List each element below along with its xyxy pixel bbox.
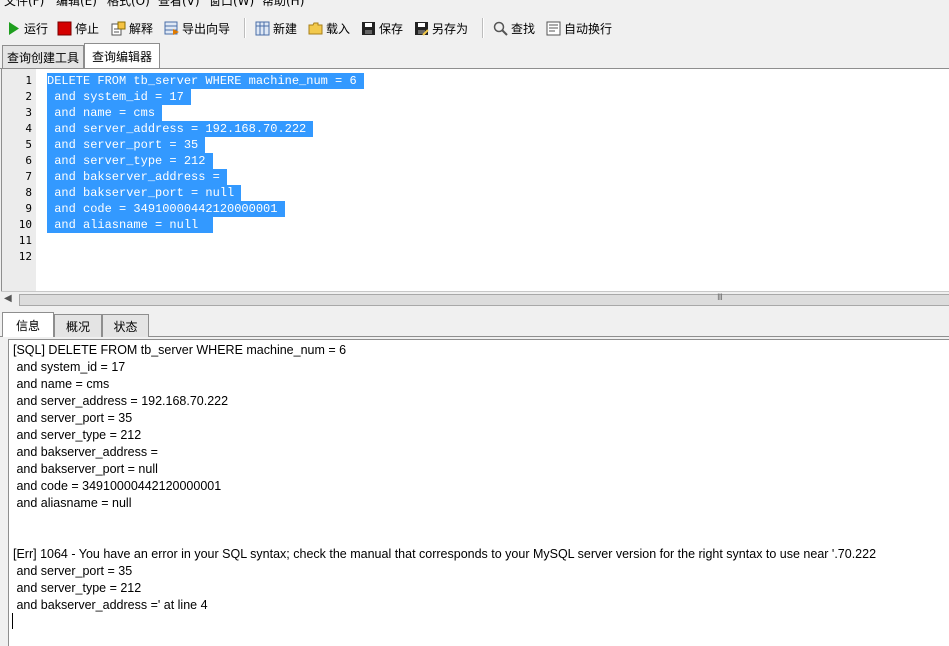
toolbar: 运行 停止 解释 导出向导 新建 载入 保存 另存为 查找 自动换行 <box>0 13 949 43</box>
output-line: and code = 34910000442120000001 <box>13 479 222 493</box>
menu-window[interactable]: 窗口(W) <box>209 0 254 9</box>
find-button[interactable]: 查找 <box>493 17 535 39</box>
word-wrap-icon <box>546 21 561 36</box>
output-line: and aliasname = null <box>13 496 132 510</box>
save-as-label: 另存为 <box>432 21 469 36</box>
save-as-button[interactable]: 另存为 <box>414 17 468 39</box>
output-line: and server_port = 35 <box>13 564 133 578</box>
export-wizard-button[interactable]: 导出向导 <box>164 17 230 39</box>
editor-tabs: 查询创建工具 查询编辑器 <box>0 43 949 69</box>
folder-icon <box>308 21 323 36</box>
scrollbar-grip: III <box>717 293 723 303</box>
output-line: [SQL] DELETE FROM tb_server WHERE machin… <box>13 343 347 357</box>
line-number-gutter: 1 2 3 4 5 6 7 8 9 10 11 12 <box>2 69 36 291</box>
line-number: 10 <box>18 218 32 231</box>
code-line: and bakserver_address = <box>47 169 228 185</box>
stop-button[interactable]: 停止 <box>57 17 99 39</box>
text-caret <box>12 613 13 629</box>
save-as-icon <box>414 21 429 36</box>
save-icon <box>361 21 376 36</box>
search-icon <box>493 21 508 36</box>
code-line: and system_id = 17 <box>47 89 192 105</box>
save-button[interactable]: 保存 <box>361 17 403 39</box>
play-icon <box>6 21 21 36</box>
toolbar-separator <box>244 18 246 38</box>
export-wizard-label: 导出向导 <box>182 21 231 36</box>
line-number: 12 <box>18 250 32 263</box>
tab-overview[interactable]: 概况 <box>54 314 102 337</box>
menu-format[interactable]: 格式(O) <box>107 0 150 9</box>
export-icon <box>164 21 179 36</box>
scrollbar-thumb[interactable]: III <box>19 293 949 306</box>
tab-query-builder[interactable]: 查询创建工具 <box>2 45 84 68</box>
save-label: 保存 <box>379 21 404 36</box>
output-line: and bakserver_address = <box>13 445 158 459</box>
run-button[interactable]: 运行 <box>6 17 48 39</box>
line-number: 4 <box>25 122 32 135</box>
menu-file[interactable]: 文件(F) <box>4 0 44 9</box>
tab-status[interactable]: 状态 <box>102 314 149 337</box>
new-query-icon <box>255 21 270 36</box>
horizontal-scrollbar[interactable]: ◀ III <box>1 291 949 307</box>
menu-view[interactable]: 查看(V) <box>158 0 200 9</box>
line-number: 7 <box>25 170 32 183</box>
output-line: and server_type = 212 <box>13 581 142 595</box>
code-line: DELETE FROM tb_server WHERE machine_num … <box>47 73 364 89</box>
new-button[interactable]: 新建 <box>255 17 297 39</box>
toolbar-separator <box>482 18 484 38</box>
load-label: 载入 <box>326 21 351 36</box>
new-label: 新建 <box>273 21 298 36</box>
result-tabs: 信息 概况 状态 <box>0 312 949 337</box>
stop-label: 停止 <box>75 21 100 36</box>
code-line: and server_port = 35 <box>47 137 206 153</box>
line-number: 6 <box>25 154 32 167</box>
run-label: 运行 <box>24 21 49 36</box>
code-line: and aliasname = null <box>47 217 213 233</box>
code-line: and name = cms <box>47 105 163 121</box>
output-line: and server_address = 192.168.70.222 <box>13 394 229 408</box>
output-line: and bakserver_address =' at line 4 <box>13 598 208 612</box>
find-label: 查找 <box>511 21 536 36</box>
output-line: and system_id = 17 <box>13 360 126 374</box>
line-number: 1 <box>25 74 32 87</box>
menu-edit[interactable]: 编辑(E) <box>56 0 97 9</box>
explain-icon <box>111 21 126 36</box>
code-line: and code = 34910000442120000001 <box>47 201 285 217</box>
explain-button[interactable]: 解释 <box>111 17 153 39</box>
output-line: and name = cms <box>13 377 110 391</box>
code-line: and server_address = 192.168.70.222 <box>47 121 314 137</box>
explain-label: 解释 <box>129 21 154 36</box>
line-number: 9 <box>25 202 32 215</box>
error-line: [Err] 1064 - You have an error in your S… <box>13 547 877 561</box>
line-number: 11 <box>18 234 32 247</box>
output-line: and server_type = 212 <box>13 428 142 442</box>
output-line: and server_port = 35 <box>13 411 133 425</box>
word-wrap-label: 自动换行 <box>564 21 613 36</box>
menu-help[interactable]: 帮助(H) <box>262 0 304 9</box>
line-number: 8 <box>25 186 32 199</box>
code-line: and server_type = 212 <box>47 153 213 169</box>
line-number: 5 <box>25 138 32 151</box>
stop-icon <box>57 21 72 36</box>
load-button[interactable]: 载入 <box>308 17 350 39</box>
line-number: 3 <box>25 106 32 119</box>
tab-info[interactable]: 信息 <box>2 312 54 337</box>
sql-editor[interactable]: 1 2 3 4 5 6 7 8 9 10 11 12 DELETE FROM t… <box>1 69 949 291</box>
line-number: 2 <box>25 90 32 103</box>
tab-query-editor[interactable]: 查询编辑器 <box>84 43 160 68</box>
message-output-panel[interactable]: [SQL] DELETE FROM tb_server WHERE machin… <box>8 339 949 646</box>
output-line: and bakserver_port = null <box>13 462 158 476</box>
scroll-left-arrow-icon[interactable]: ◀ <box>4 293 12 304</box>
word-wrap-button[interactable]: 自动换行 <box>546 17 612 39</box>
code-line: and bakserver_port = null <box>47 185 242 201</box>
menu-bar: 文件(F) 编辑(E) 格式(O) 查看(V) 窗口(W) 帮助(H) <box>0 0 949 9</box>
